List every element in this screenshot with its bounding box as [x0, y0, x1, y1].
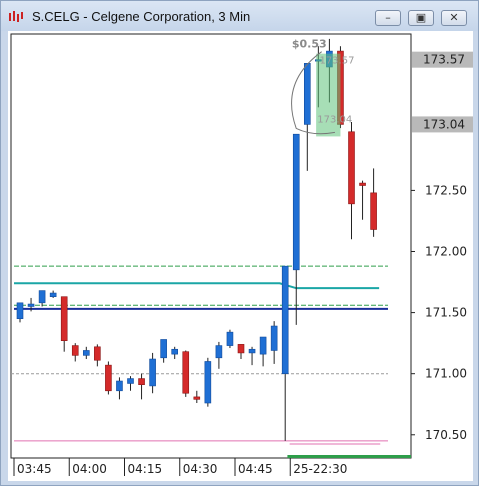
restore-button[interactable]: ▣ [408, 10, 434, 26]
candle-body [160, 339, 167, 359]
title-bar[interactable]: S.CELG - Celgene Corporation, 3 Min – ▣ … [1, 1, 478, 31]
y-tick-label: 172.50 [425, 183, 467, 197]
candle-body [60, 296, 68, 341]
y-tick-label: 170.50 [425, 428, 467, 442]
candle-body [226, 331, 234, 346]
x-tick-label: 03:45 [17, 462, 52, 476]
candle-body [138, 378, 145, 385]
candle-body [270, 325, 278, 351]
candle-body [193, 396, 201, 400]
chart-window: S.CELG - Celgene Corporation, 3 Min – ▣ … [0, 0, 479, 486]
app-logo-icon [9, 11, 23, 22]
window-title: S.CELG - Celgene Corporation, 3 Min [32, 9, 251, 24]
candle-body [182, 351, 190, 394]
candle-body [248, 348, 256, 354]
range-bar [287, 455, 411, 458]
close-icon: ✕ [449, 11, 459, 24]
measure-upper-label: 173.57 [319, 56, 354, 67]
candlestick-chart[interactable]: $0.53 173.57 173.04 172.50 172.00 171.50 171.… [8, 31, 473, 481]
measure-price-label: $0.53 [292, 38, 327, 51]
minimize-button[interactable]: – [375, 10, 401, 26]
candle-body [215, 345, 223, 359]
x-tick-label: 04:15 [128, 462, 163, 476]
candle-body [27, 303, 35, 307]
candle-body [16, 302, 24, 320]
candle-body [204, 361, 212, 404]
candle-body [259, 336, 267, 355]
candle-body [348, 131, 355, 205]
candle-body [359, 182, 366, 186]
candle-body [370, 192, 377, 230]
candle-body [171, 348, 178, 355]
restore-icon: ▣ [415, 11, 427, 24]
y-tick-label: 172.00 [425, 244, 467, 258]
x-tick-label: 04:00 [72, 462, 107, 476]
candle-body [281, 265, 289, 374]
candle-body [127, 378, 134, 384]
close-button[interactable]: ✕ [441, 10, 467, 26]
minimize-icon: – [385, 11, 391, 24]
candle-body [303, 63, 311, 125]
candle-body [292, 133, 300, 271]
x-tick-label: 04:45 [238, 462, 273, 476]
x-tick-label: 25-22:30 [293, 462, 347, 476]
candle-body [237, 344, 245, 354]
candle-body [71, 345, 79, 356]
y-tick-label: 171.00 [425, 367, 467, 381]
price-tag-label: 173.04 [423, 117, 465, 131]
candle-body [149, 358, 156, 387]
candle-body [116, 380, 123, 392]
candle-body [105, 364, 112, 392]
x-tick-label: 04:30 [183, 462, 218, 476]
candle-body [38, 290, 46, 304]
measure-lower-label: 173.04 [317, 114, 352, 125]
candle-body [83, 350, 90, 356]
candle-body [94, 346, 101, 361]
chart-area[interactable]: $0.53 173.57 173.04 172.50 172.00 171.50 171.… [8, 31, 473, 481]
candle-body [49, 292, 57, 298]
price-tag-label: 173.57 [423, 53, 465, 67]
y-tick-label: 171.50 [425, 306, 467, 320]
